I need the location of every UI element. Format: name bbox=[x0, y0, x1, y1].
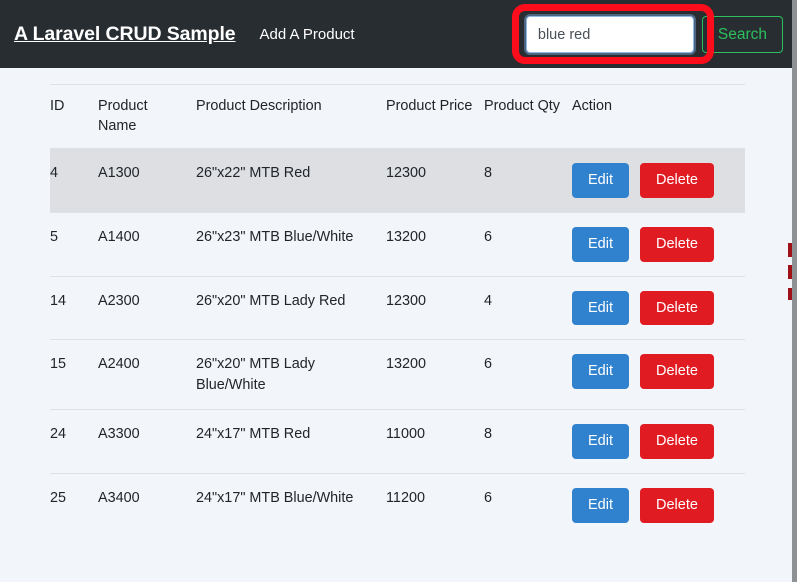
cell-qty: 6 bbox=[484, 211, 572, 277]
search-input[interactable] bbox=[523, 14, 696, 55]
cell-action: Edit Delete bbox=[572, 409, 745, 474]
scrollbar-annotation-mark bbox=[788, 288, 792, 300]
edit-button[interactable]: Edit bbox=[572, 354, 629, 390]
cell-id: 5 bbox=[50, 211, 98, 277]
table-row[interactable]: 25 A3400 24"x17" MTB Blue/White 11200 6 Edit D… bbox=[50, 473, 745, 538]
cell-price: 12300 bbox=[386, 275, 484, 340]
cell-price: 13200 bbox=[386, 211, 484, 277]
edit-button[interactable]: Edit bbox=[572, 424, 629, 460]
cell-price: 11000 bbox=[386, 409, 484, 474]
scrollbar-annotation-mark bbox=[788, 243, 792, 257]
column-header-description: Product Description bbox=[196, 84, 386, 149]
table-row[interactable]: 5 A1400 26"x23" MTB Blue/White 13200 6 Edit De… bbox=[50, 211, 745, 277]
delete-button[interactable]: Delete bbox=[640, 424, 714, 460]
cell-name: A3400 bbox=[98, 473, 196, 538]
delete-button[interactable]: Delete bbox=[640, 290, 714, 326]
delete-button[interactable]: Delete bbox=[640, 354, 714, 390]
cell-qty: 6 bbox=[484, 473, 572, 538]
scrollbar-annotation-mark bbox=[788, 265, 792, 279]
delete-button[interactable]: Delete bbox=[640, 488, 714, 524]
cell-action: Edit Delete bbox=[572, 473, 745, 538]
table-row[interactable]: 4 A1300 26"x22" MTB Red 12300 8 Edit Delete bbox=[50, 147, 745, 213]
cell-description: 24"x17" MTB Red bbox=[196, 409, 386, 474]
cell-name: A1300 bbox=[98, 147, 196, 213]
table-row[interactable]: 15 A2400 26"x20" MTB Lady Blue/White 13200 6… bbox=[50, 339, 745, 410]
cell-action: Edit Delete bbox=[572, 147, 745, 213]
cell-description: 26"x22" MTB Red bbox=[196, 147, 386, 213]
cell-id: 25 bbox=[50, 473, 98, 538]
cell-action: Edit Delete bbox=[572, 275, 745, 340]
table-header: ID Product Name Product Description Prod… bbox=[50, 84, 745, 149]
cell-description: 24"x17" MTB Blue/White bbox=[196, 473, 386, 538]
column-header-name: Product Name bbox=[98, 84, 196, 149]
delete-button[interactable]: Delete bbox=[640, 226, 714, 262]
brand-title[interactable]: A Laravel CRUD Sample bbox=[14, 23, 236, 46]
table-body: 4 A1300 26"x22" MTB Red 12300 8 Edit Delete 5 A1… bbox=[50, 147, 745, 538]
edit-button[interactable]: Edit bbox=[572, 488, 629, 524]
cell-id: 24 bbox=[50, 409, 98, 474]
product-table: ID Product Name Product Description Prod… bbox=[50, 84, 745, 538]
cell-price: 11200 bbox=[386, 473, 484, 538]
cell-id: 15 bbox=[50, 339, 98, 410]
search-form: Search bbox=[523, 14, 783, 55]
cell-action: Edit Delete bbox=[572, 211, 745, 277]
edit-button[interactable]: Edit bbox=[572, 162, 629, 198]
cell-qty: 4 bbox=[484, 275, 572, 340]
nav-links: Add A Product bbox=[260, 26, 355, 43]
delete-button[interactable]: Delete bbox=[640, 162, 714, 198]
column-header-action: Action bbox=[572, 84, 745, 149]
edit-button[interactable]: Edit bbox=[572, 226, 629, 262]
cell-description: 26"x23" MTB Blue/White bbox=[196, 211, 386, 277]
table-row[interactable]: 14 A2300 26"x20" MTB Lady Red 12300 4 Edit Del… bbox=[50, 275, 745, 340]
cell-name: A2400 bbox=[98, 339, 196, 410]
cell-description: 26"x20" MTB Lady Blue/White bbox=[196, 339, 386, 410]
edit-button[interactable]: Edit bbox=[572, 290, 629, 326]
table-header-row: ID Product Name Product Description Prod… bbox=[50, 84, 745, 149]
column-header-qty: Product Qty bbox=[484, 84, 572, 149]
cell-qty: 8 bbox=[484, 409, 572, 474]
cell-id: 4 bbox=[50, 147, 98, 213]
cell-qty: 6 bbox=[484, 339, 572, 410]
cell-name: A2300 bbox=[98, 275, 196, 340]
page-content: ID Product Name Product Description Prod… bbox=[0, 84, 797, 538]
nav-item-add-a-product[interactable]: Add A Product bbox=[260, 26, 355, 43]
cell-qty: 8 bbox=[484, 147, 572, 213]
column-header-price: Product Price bbox=[386, 84, 484, 149]
cell-price: 13200 bbox=[386, 339, 484, 410]
table-row[interactable]: 24 A3300 24"x17" MTB Red 11000 8 Edit Delete bbox=[50, 409, 745, 474]
cell-name: A1400 bbox=[98, 211, 196, 277]
cell-price: 12300 bbox=[386, 147, 484, 213]
cell-action: Edit Delete bbox=[572, 339, 745, 410]
table-container: ID Product Name Product Description Prod… bbox=[50, 84, 745, 538]
search-button[interactable]: Search bbox=[701, 16, 783, 53]
cell-name: A3300 bbox=[98, 409, 196, 474]
cell-id: 14 bbox=[50, 275, 98, 340]
navbar: A Laravel CRUD Sample Add A Product Sear… bbox=[0, 0, 797, 68]
column-header-id: ID bbox=[50, 84, 98, 149]
page-scrollbar[interactable] bbox=[792, 0, 797, 582]
cell-description: 26"x20" MTB Lady Red bbox=[196, 275, 386, 340]
